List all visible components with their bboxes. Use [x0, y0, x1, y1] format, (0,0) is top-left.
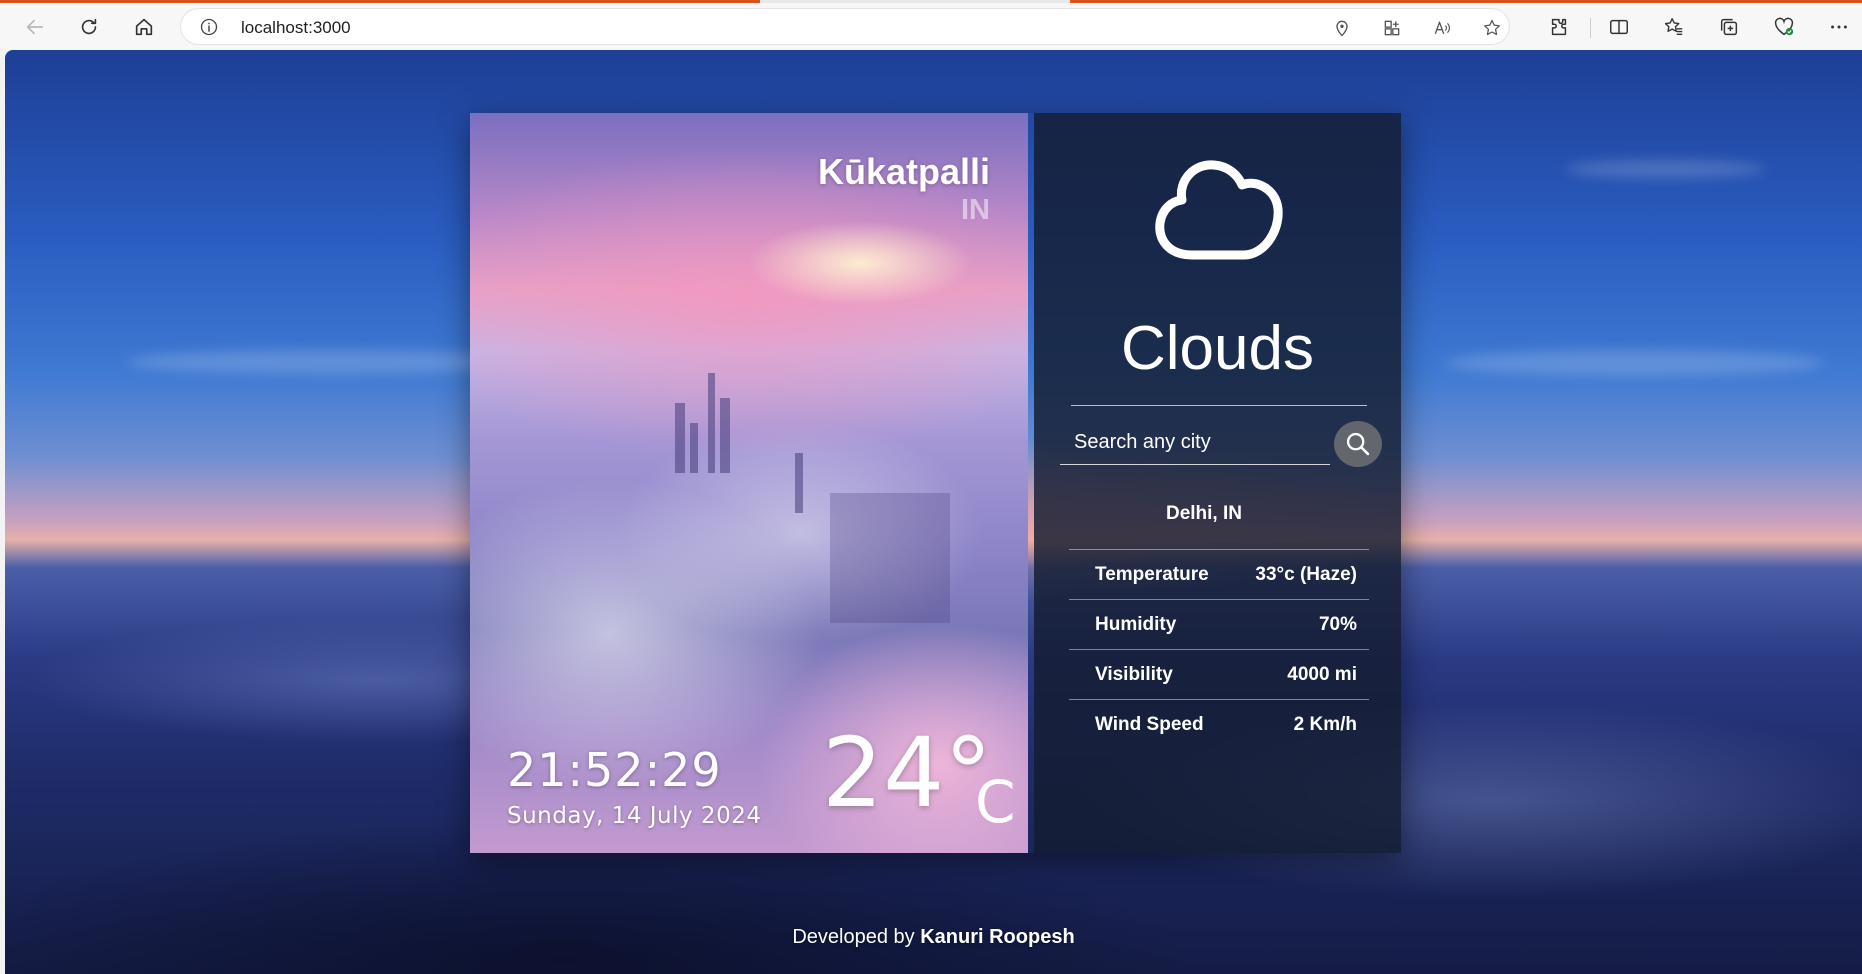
home-button[interactable] [126, 9, 162, 45]
extensions-icon [1551, 18, 1567, 36]
skyline-building [708, 373, 715, 473]
favorite-star-icon [1484, 19, 1500, 36]
favorite-button[interactable] [1481, 17, 1503, 39]
split-screen-icon [1610, 19, 1628, 35]
refresh-icon [81, 18, 97, 35]
apps-button[interactable] [1381, 17, 1403, 39]
divider [1071, 405, 1367, 406]
weather-card: Kūkatpalli IN 21:52:29 Sunday, 14 July 2… [470, 113, 1401, 853]
skyline-building [720, 398, 730, 473]
weather-details-panel: Clouds Delhi, IN Temperature 33°c (Haze)… [1034, 113, 1401, 853]
back-button[interactable] [17, 9, 53, 45]
apps-icon [1384, 20, 1400, 36]
skyline-building [795, 453, 803, 513]
weather-image-panel: Kūkatpalli IN 21:52:29 Sunday, 14 July 2… [470, 113, 1028, 853]
favorites-button[interactable] [1656, 9, 1692, 45]
browser-toolbar: localhost:3000 [0, 3, 1862, 49]
detail-label: Humidity [1095, 614, 1177, 635]
current-temperature: 24° [822, 717, 993, 829]
split-screen-button[interactable] [1601, 9, 1637, 45]
skyline-district [830, 493, 950, 623]
info-icon[interactable] [199, 17, 219, 37]
detail-row-visibility: Visibility 4000 mi [1069, 649, 1369, 699]
location-button[interactable] [1331, 17, 1353, 39]
detail-value: 2 Km/h [1293, 714, 1357, 735]
browser-essentials-icon [1774, 17, 1794, 36]
detail-value: 33°c (Haze) [1255, 564, 1357, 585]
detail-label: Visibility [1095, 664, 1173, 685]
detail-row-humidity: Humidity 70% [1069, 599, 1369, 649]
toolbar-separator [1590, 18, 1591, 38]
footer-credit: Developed by Kanuri Roopesh [5, 926, 1862, 949]
footer-prefix: Developed by [792, 926, 915, 948]
city-search-input[interactable] [1060, 421, 1330, 465]
result-city: Delhi, IN [1165, 503, 1242, 524]
address-bar[interactable]: localhost:3000 [180, 8, 1510, 45]
refresh-button[interactable] [71, 9, 107, 45]
search-icon [1346, 432, 1370, 456]
current-date: Sunday, 14 July 2024 [507, 803, 762, 829]
cloud-icon [1155, 160, 1283, 260]
detail-row-temperature: Temperature 33°c (Haze) [1069, 549, 1369, 599]
extensions-button[interactable] [1541, 9, 1577, 45]
detail-value: 70% [1318, 614, 1357, 635]
background-cloud [1445, 350, 1825, 376]
page-viewport: Kūkatpalli IN 21:52:29 Sunday, 14 July 2… [5, 50, 1862, 974]
footer-author[interactable]: Kanuri Roopesh [920, 926, 1074, 948]
detail-row-wind-speed: Wind Speed 2 Km/h [1069, 699, 1369, 749]
search-button[interactable] [1334, 421, 1382, 467]
back-icon [26, 19, 44, 35]
weather-condition: Clouds [1121, 314, 1314, 383]
detail-label: Wind Speed [1095, 714, 1204, 735]
skyline-building [675, 403, 685, 473]
background-cloud [1565, 160, 1765, 178]
current-time: 21:52:29 [507, 743, 722, 797]
address-url[interactable]: localhost:3000 [241, 18, 351, 38]
more-icon [1831, 25, 1847, 29]
location-country: IN [961, 194, 990, 226]
temperature-unit: C [975, 768, 1016, 836]
read-aloud-button[interactable] [1431, 17, 1453, 39]
browser-essentials-button[interactable] [1766, 9, 1802, 45]
detail-label: Temperature [1095, 564, 1209, 585]
detail-value: 4000 mi [1287, 664, 1357, 685]
more-button[interactable] [1821, 9, 1857, 45]
collections-button[interactable] [1711, 9, 1747, 45]
location-icon [1336, 20, 1348, 37]
collections-icon [1720, 18, 1738, 36]
read-aloud-icon [1434, 21, 1450, 35]
home-icon [135, 18, 153, 36]
skyline-building [690, 423, 698, 473]
location-city: Kūkatpalli [817, 151, 990, 192]
favorites-icon [1664, 18, 1683, 36]
